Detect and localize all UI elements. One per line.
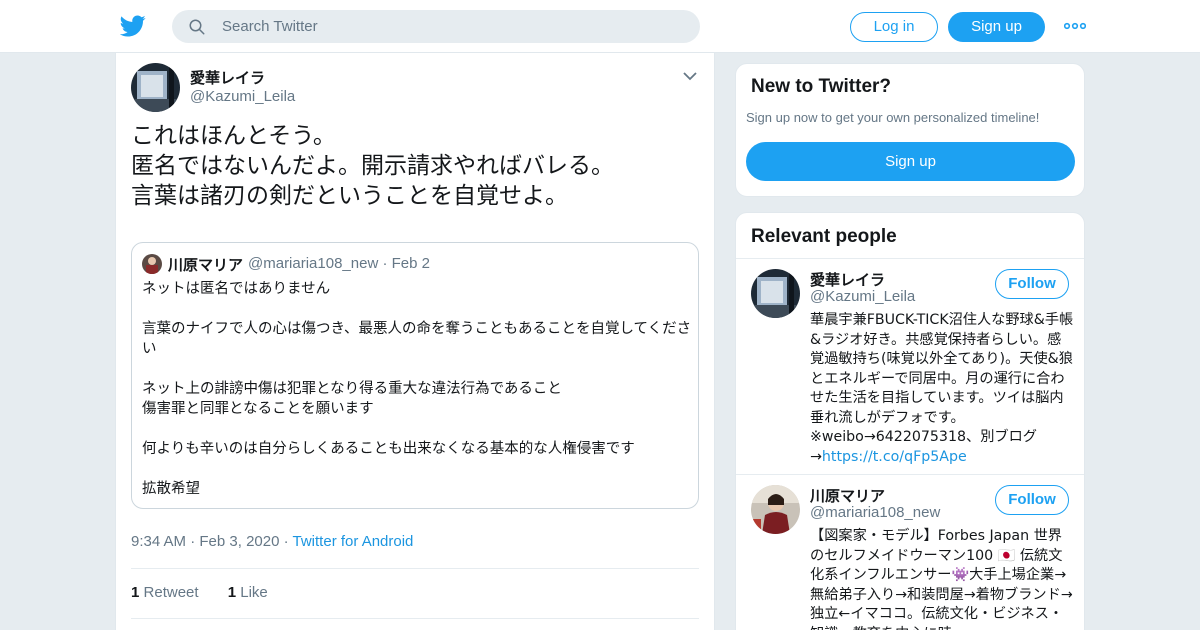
search-input[interactable] <box>222 10 682 43</box>
quoted-tweet[interactable]: 川原マリア @mariaria108_new · Feb 2 ネットは匿名ではあ… <box>131 242 699 509</box>
search-bar[interactable] <box>172 10 700 43</box>
person-handle[interactable]: @mariaria108_new <box>810 504 940 521</box>
likes-label: Like <box>240 584 268 601</box>
tweet-time[interactable]: 9:34 AM <box>131 533 186 550</box>
quoted-paragraph: ネット上の誹謗中傷は犯罪となり得る重大な違法行為であること 傷害罪と同罪となるこ… <box>142 381 562 417</box>
follow-button[interactable]: Follow <box>995 269 1069 299</box>
more-dots-icon[interactable] <box>1064 18 1086 34</box>
signup-card-subtitle: Sign up now to get your own personalized… <box>746 110 1040 125</box>
quoted-text: ネットは匿名ではありません 言葉のナイフで人の心は傷つき、最悪人の命を奪うことも… <box>142 279 692 519</box>
divider <box>131 568 699 569</box>
person-bio-text: 華晨宇兼FBUCK-TICK沼住人な野球&手帳&ラジオ好き。共感覚保持者らしい。… <box>810 312 1074 465</box>
retweets-count: 1 <box>131 584 140 601</box>
top-bar: Log in Sign up <box>0 0 1200 53</box>
tweet-detail: 愛華レイラ @Kazumi_Leila これはほんとそう。 匿名ではないんだよ。… <box>115 53 715 630</box>
follow-button[interactable]: Follow <box>995 485 1069 515</box>
avatar[interactable] <box>131 63 180 112</box>
person-handle[interactable]: @Kazumi_Leila <box>810 288 915 305</box>
tweet-text-line: これはほんとそう。 <box>131 123 336 149</box>
retweets-label: Retweet <box>143 584 199 601</box>
author-name[interactable]: 愛華レイラ <box>190 67 265 88</box>
login-button[interactable]: Log in <box>850 12 938 42</box>
tweet-metadata: 9:34 AM · Feb 3, 2020 · Twitter for Andr… <box>131 533 414 550</box>
avatar[interactable] <box>751 269 800 318</box>
tweet-text: これはほんとそう。 匿名ではないんだよ。開示請求やればバレる。 言葉は諸刃の剣だ… <box>131 121 691 211</box>
quoted-paragraph: 何よりも辛いのは自分らしくあることも出来なくなる基本的な人権侵害です <box>142 441 635 457</box>
tweet-text-line: 言葉は諸刃の剣だということを自覚せよ。 <box>131 183 568 209</box>
signup-button[interactable]: Sign up <box>948 12 1045 42</box>
twitter-bird-icon[interactable] <box>120 13 146 39</box>
person-name[interactable]: 川原マリア <box>810 485 885 506</box>
tweet-stats: 1 Retweet 1 Like <box>131 584 268 601</box>
chevron-down-icon[interactable] <box>682 70 698 82</box>
likes-stat[interactable]: 1 Like <box>228 584 268 601</box>
tweet-date[interactable]: Feb 3, 2020 <box>199 533 279 550</box>
sidebar-signup-button[interactable]: Sign up <box>746 142 1075 181</box>
signup-card: New to Twitter? Sign up now to get your … <box>735 63 1085 197</box>
author-handle[interactable]: @Kazumi_Leila <box>190 88 295 105</box>
tweet-source-link[interactable]: Twitter for Android <box>293 533 414 550</box>
quoted-date: Feb 2 <box>391 255 430 272</box>
search-icon <box>189 19 205 35</box>
quoted-paragraph: ネットは匿名ではありません <box>142 281 331 297</box>
quoted-paragraph: 言葉のナイフで人の心は傷つき、最悪人の命を奪うこともあることを自覚してください <box>142 321 692 357</box>
divider <box>131 618 699 619</box>
person-bio: 華晨宇兼FBUCK-TICK沼住人な野球&手帳&ラジオ好き。共感覚保持者らしい。… <box>810 311 1074 467</box>
tweet-text-line: 匿名ではないんだよ。開示請求やればバレる。 <box>131 153 614 179</box>
signup-card-title: New to Twitter? <box>751 76 892 97</box>
likes-count: 1 <box>227 584 237 601</box>
quoted-author-handle: @mariaria108_new <box>248 255 379 272</box>
retweets-stat[interactable]: 1 Retweet <box>131 584 199 601</box>
person-item[interactable]: 愛華レイラ @Kazumi_Leila Follow 華晨宇兼FBUCK-TIC… <box>736 259 1084 474</box>
avatar[interactable] <box>751 485 800 534</box>
quoted-paragraph: 拡散希望 <box>142 481 200 497</box>
person-item[interactable]: 川原マリア @mariaria108_new Follow 【図案家・モデル】F… <box>736 475 1084 630</box>
bio-link[interactable]: https://t.co/qFp5Ape <box>822 449 967 465</box>
relevant-people-card: Relevant people 愛華レイラ @Kazumi_Leila Foll… <box>735 212 1085 630</box>
person-name[interactable]: 愛華レイラ <box>810 269 885 290</box>
quoted-author-name: 川原マリア <box>168 256 244 274</box>
person-bio: 【図案家・モデル】Forbes Japan 世界のセルフメイドウーマン100 🇯… <box>810 528 1073 630</box>
quoted-author-meta: @mariaria108_new · Feb 2 <box>248 255 430 272</box>
relevant-people-title: Relevant people <box>751 226 897 247</box>
quoted-avatar <box>142 254 162 274</box>
